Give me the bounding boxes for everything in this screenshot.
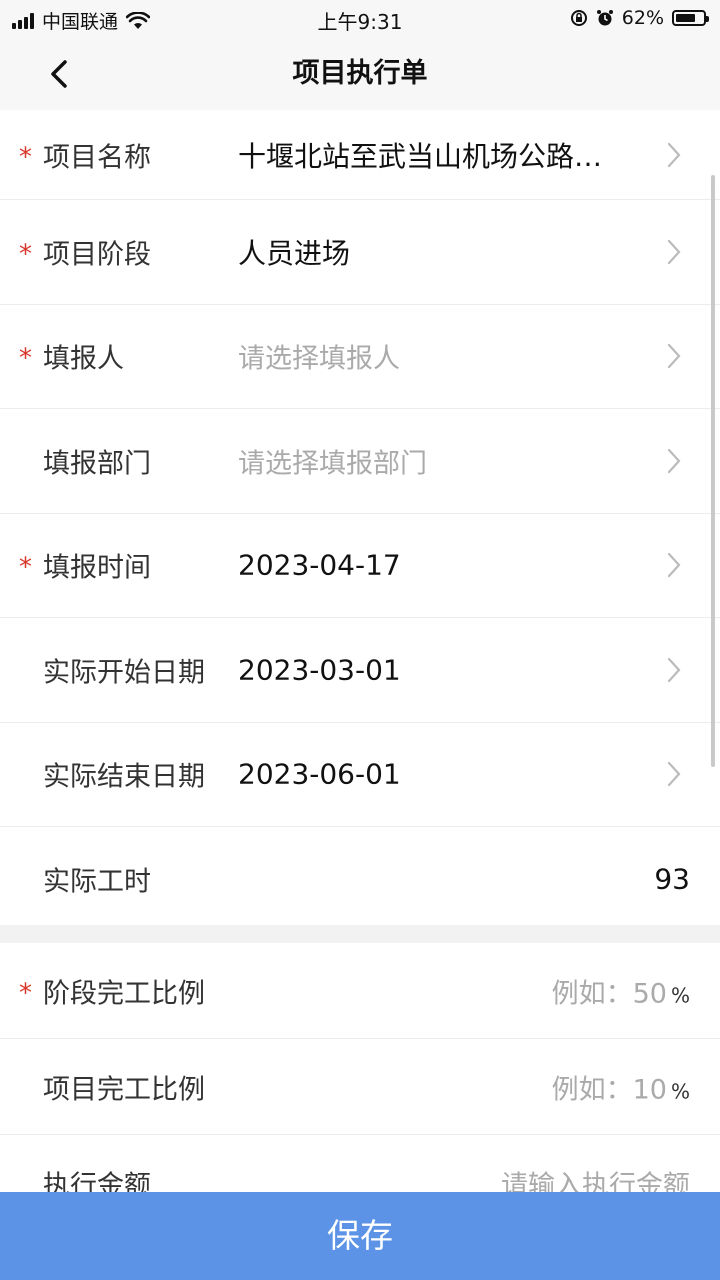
- alarm-icon: [596, 10, 613, 26]
- battery-percent: 62%: [621, 7, 664, 29]
- chevron-right-icon: [667, 142, 681, 167]
- row-project-ratio[interactable]: 项目完工比例 例如：10 %: [0, 1039, 720, 1135]
- chevron-right-icon: [667, 344, 681, 369]
- scrollbar[interactable]: [711, 175, 715, 767]
- stage-ratio-input[interactable]: 例如：50 %: [552, 971, 690, 1010]
- label-reporter: 填报人: [43, 343, 124, 375]
- save-button[interactable]: 保存: [0, 1192, 720, 1280]
- placeholder-stage-ratio: 例如：50: [551, 978, 667, 1009]
- chevron-right-icon: [667, 657, 681, 682]
- row-project-name[interactable]: * 项目名称 十堰北站至武当山机场公路…: [0, 110, 720, 200]
- chevron-right-icon: [667, 762, 681, 787]
- status-right: 62%: [570, 7, 709, 29]
- label-project-stage: 项目阶段: [43, 239, 151, 271]
- placeholder-reporter: 请选择填报人: [238, 343, 400, 375]
- row-reporter[interactable]: * 填报人 请选择填报人: [0, 305, 720, 409]
- required-mark: *: [19, 239, 32, 270]
- row-actual-hours: 实际工时 93: [0, 827, 720, 925]
- placeholder-project-ratio: 例如：10: [551, 1074, 667, 1105]
- label-actual-start: 实际开始日期: [43, 657, 205, 689]
- value-actual-hours: 93: [654, 862, 690, 896]
- page-title: 项目执行单: [292, 58, 428, 89]
- value-report-time: 2023-04-17: [238, 548, 401, 582]
- required-mark: *: [19, 977, 32, 1008]
- unit-project-ratio: %: [670, 1079, 690, 1103]
- label-stage-ratio: 阶段完工比例: [43, 978, 205, 1009]
- nav-bar: 项目执行单: [0, 38, 720, 110]
- required-mark: *: [19, 141, 32, 172]
- required-mark: *: [19, 343, 32, 374]
- chevron-left-icon[interactable]: [44, 58, 76, 90]
- required-mark: *: [19, 552, 32, 583]
- row-actual-end[interactable]: 实际结束日期 2023-06-01: [0, 723, 720, 827]
- value-actual-start: 2023-03-01: [238, 653, 401, 687]
- value-actual-end: 2023-06-01: [238, 757, 401, 791]
- chevron-right-icon: [667, 553, 681, 578]
- form-section-progress: * 阶段完工比例 例如：50 % 项目完工比例 例如：10 % 执行金额 请输入…: [0, 943, 720, 1203]
- status-bar: 中国联通 上午9:31 62%: [0, 0, 720, 38]
- chevron-right-icon: [667, 239, 681, 264]
- form-section-basic: * 项目名称 十堰北站至武当山机场公路… * 项目阶段 人员进场 * 填报人 请…: [0, 110, 720, 925]
- project-ratio-input[interactable]: 例如：10 %: [552, 1067, 690, 1106]
- row-report-dept[interactable]: 填报部门 请选择填报部门: [0, 409, 720, 514]
- unit-stage-ratio: %: [670, 983, 690, 1007]
- battery-icon: [672, 10, 709, 26]
- label-project-ratio: 项目完工比例: [43, 1074, 205, 1105]
- row-project-stage[interactable]: * 项目阶段 人员进场: [0, 200, 720, 305]
- placeholder-report-dept: 请选择填报部门: [238, 448, 427, 480]
- label-report-dept: 填报部门: [43, 448, 151, 480]
- row-report-time[interactable]: * 填报时间 2023-04-17: [0, 514, 720, 618]
- row-stage-ratio[interactable]: * 阶段完工比例 例如：50 %: [0, 943, 720, 1039]
- row-actual-start[interactable]: 实际开始日期 2023-03-01: [0, 618, 720, 723]
- chevron-right-icon: [667, 448, 681, 473]
- label-project-name: 项目名称: [43, 142, 151, 173]
- label-report-time: 填报时间: [43, 552, 151, 584]
- value-project-stage: 人员进场: [238, 236, 351, 270]
- rotation-lock-icon: [570, 10, 587, 26]
- label-actual-hours: 实际工时: [43, 866, 151, 898]
- label-actual-end: 实际结束日期: [43, 761, 205, 793]
- value-project-name: 十堰北站至武当山机场公路…: [238, 139, 603, 173]
